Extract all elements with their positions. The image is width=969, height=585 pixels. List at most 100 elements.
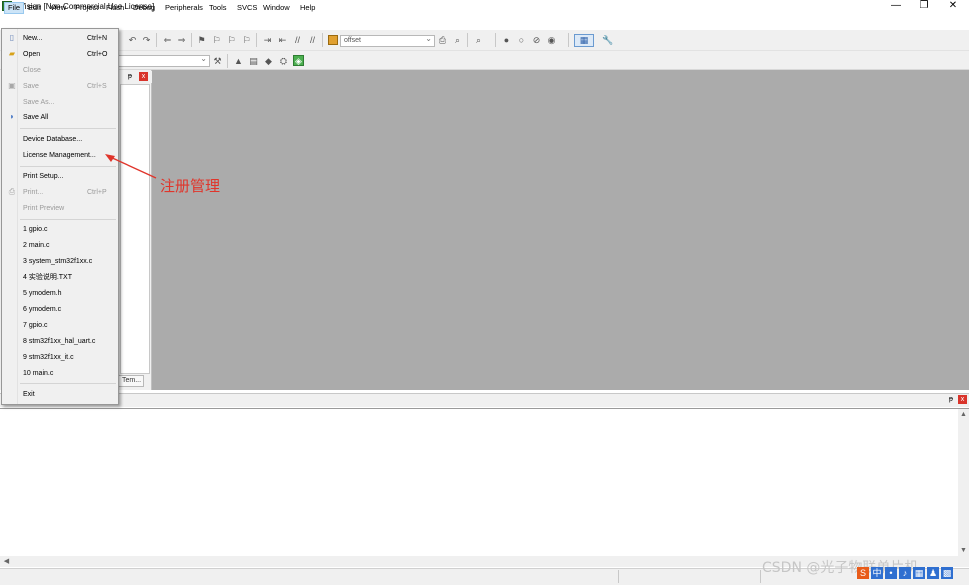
menu-tools[interactable]: Tools	[206, 2, 230, 14]
menu-item-label: 1 gpio.c	[23, 226, 48, 233]
punctuation-icon[interactable]: •	[885, 567, 897, 579]
debug-session-icon[interactable]: ⌕	[473, 35, 484, 46]
pin-icon[interactable]: ᵽ	[947, 396, 955, 404]
status-divider	[618, 570, 619, 583]
editor-area[interactable]	[152, 70, 969, 390]
nav-back-icon[interactable]: ⇐	[162, 35, 173, 46]
menu-peripherals[interactable]: Peripherals	[162, 2, 206, 14]
indent-icon[interactable]: ⇥	[262, 35, 273, 46]
toolbox-icon[interactable]: ▩	[941, 567, 953, 579]
window-layout-icon[interactable]: ▦	[574, 34, 594, 47]
ime-mode-icon[interactable]: 中	[871, 567, 883, 579]
menu-item-label: 4 实验说明.TXT	[23, 274, 73, 281]
nav-forward-icon[interactable]: ⇒	[176, 35, 187, 46]
menu-item-label: 7 gpio.c	[23, 322, 48, 329]
breakpoint-disable-icon[interactable]: ⊘	[531, 35, 542, 46]
project-tree	[120, 84, 150, 374]
menu-item-save-as[interactable]: Save As...	[3, 95, 116, 110]
toolbar-separator	[227, 54, 228, 68]
recent-file-9[interactable]: 9 stm32f1xx_it.c	[3, 350, 116, 365]
recent-file-10[interactable]: 10 main.c	[3, 366, 116, 381]
minimize-button[interactable]: —	[881, 0, 911, 12]
redo-icon[interactable]: ↷	[141, 35, 152, 46]
menu-item-save[interactable]: ▣ Save Ctrl+S	[3, 79, 116, 94]
sogou-ime-icon[interactable]: S	[857, 567, 869, 579]
recent-file-4[interactable]: 4 实验说明.TXT	[3, 270, 116, 285]
find-icon[interactable]: ⎙	[437, 35, 448, 46]
menu-item-print-preview[interactable]: Print Preview	[3, 201, 116, 216]
menu-help[interactable]: Help	[297, 2, 318, 14]
undo-icon[interactable]: ↶	[127, 35, 138, 46]
comment-icon[interactable]: //	[292, 35, 303, 46]
unindent-icon[interactable]: ⇤	[277, 35, 288, 46]
menu-item-label: Save All	[23, 114, 49, 121]
close-window-button[interactable]: ✕	[938, 0, 968, 12]
menu-item-label: 3 system_stm32f1xx.c	[23, 258, 93, 265]
menu-window[interactable]: Window	[260, 2, 293, 14]
scroll-up-icon[interactable]: ▲	[958, 410, 969, 419]
menu-view[interactable]: View	[47, 2, 69, 14]
recent-file-1[interactable]: 1 gpio.c	[3, 222, 116, 237]
menu-edit[interactable]: Edit	[25, 2, 44, 14]
menu-item-label: License Management...	[23, 152, 96, 159]
menu-item-new[interactable]: ▯ New... Ctrl+N	[3, 31, 116, 46]
open-folder-icon: ▰	[8, 49, 16, 58]
pack-installer-icon[interactable]: ⛭	[278, 56, 289, 67]
skin-icon[interactable]: ♟	[927, 567, 939, 579]
menu-item-close[interactable]: Close	[3, 63, 116, 78]
close-icon[interactable]: x	[139, 72, 148, 81]
recent-file-6[interactable]: 6 ymodem.c	[3, 302, 116, 317]
recent-file-7[interactable]: 7 gpio.c	[3, 318, 116, 333]
restore-button[interactable]: ❐	[909, 0, 939, 12]
uncomment-icon[interactable]: //	[307, 35, 318, 46]
find-in-files-icon[interactable]	[328, 35, 338, 45]
menu-project[interactable]: Project	[72, 2, 101, 14]
menu-item-label: Print Setup...	[23, 173, 64, 180]
recent-file-5[interactable]: 5 ymodem.h	[3, 286, 116, 301]
bookmark-prev-icon[interactable]: ⚐	[211, 35, 222, 46]
menu-item-label: New...	[23, 35, 43, 42]
bookmark-next-icon[interactable]: ⚐	[226, 35, 237, 46]
save-icon: ▣	[8, 81, 16, 90]
pin-icon[interactable]: ᵽ	[126, 73, 134, 81]
menu-item-device-database[interactable]: Device Database...	[3, 132, 116, 147]
menu-item-exit[interactable]: Exit	[3, 387, 116, 402]
select-packs-icon[interactable]: ◆	[263, 56, 274, 67]
breakpoint-kill-icon[interactable]: ◉	[546, 35, 557, 46]
bookmark-toggle-icon[interactable]: ⚑	[196, 35, 207, 46]
menu-item-open[interactable]: ▰ Open Ctrl+O	[3, 47, 116, 62]
toolbar-separator	[256, 33, 257, 47]
recent-file-2[interactable]: 2 main.c	[3, 238, 116, 253]
menu-debug[interactable]: Debug	[130, 2, 158, 14]
run-time-environment-icon[interactable]: ◈	[293, 55, 304, 66]
scroll-down-icon[interactable]: ▼	[958, 546, 969, 555]
annotation-label: 注册管理	[160, 177, 221, 195]
menu-item-save-all[interactable]: ◗ Save All	[3, 110, 116, 125]
file-extensions-icon[interactable]: ▲	[233, 56, 244, 67]
manage-components-icon[interactable]: ▤	[248, 56, 259, 67]
target-options-icon[interactable]: ⚒	[212, 56, 223, 67]
scroll-left-icon[interactable]: ◀	[2, 557, 11, 566]
menu-item-label: Exit	[23, 391, 35, 398]
microphone-icon[interactable]: ♪	[899, 567, 911, 579]
target-select[interactable]	[118, 54, 210, 67]
templates-tab[interactable]: Tem...	[118, 375, 144, 387]
save-all-icon: ◗	[9, 112, 15, 121]
menu-item-label: 9 stm32f1xx_it.c	[23, 354, 74, 361]
menu-file[interactable]: File	[4, 2, 25, 14]
build-output-pane[interactable]	[0, 408, 969, 568]
vertical-scrollbar[interactable]	[958, 409, 969, 567]
menu-svcs[interactable]: SVCS	[234, 2, 260, 14]
configure-icon[interactable]: 🔧	[602, 35, 613, 46]
recent-file-3[interactable]: 3 system_stm32f1xx.c	[3, 254, 116, 269]
find-combo[interactable]: offset	[340, 34, 435, 47]
annotation-arrow	[105, 154, 157, 179]
menu-flash[interactable]: Flash	[103, 2, 127, 14]
breakpoint-enable-icon[interactable]: ○	[516, 35, 527, 46]
breakpoint-insert-icon[interactable]: ●	[501, 35, 512, 46]
recent-file-8[interactable]: 8 stm32f1xx_hal_uart.c	[3, 334, 116, 349]
keyboard-icon[interactable]: ▦	[913, 567, 925, 579]
bookmark-clear-icon[interactable]: ⚐	[241, 35, 252, 46]
incremental-find-icon[interactable]: ⌕	[452, 35, 463, 46]
close-icon[interactable]: x	[958, 395, 967, 404]
